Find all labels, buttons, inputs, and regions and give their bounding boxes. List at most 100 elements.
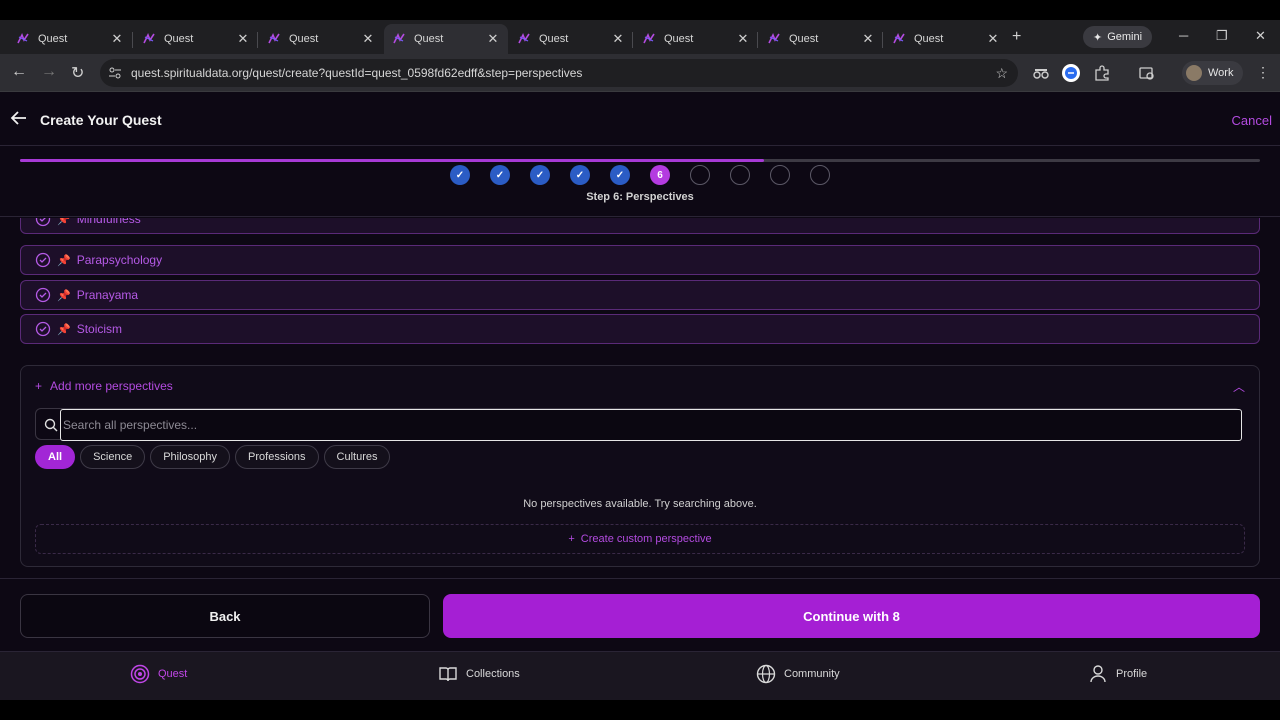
tab-search-icon[interactable] <box>1138 64 1156 82</box>
tab-title: Quest <box>914 33 944 45</box>
chevron-up-icon[interactable]: ︿ <box>1233 378 1245 395</box>
screen: Quest ✕ Quest ✕ Quest ✕ Quest ✕ Quest ✕ <box>0 0 1280 720</box>
page-title: Create Your Quest <box>40 112 162 128</box>
close-tab-icon[interactable]: ✕ <box>736 31 750 47</box>
quest-favicon-icon <box>768 33 780 44</box>
tab-divider <box>882 32 883 48</box>
minimize-icon[interactable]: ─ <box>1179 28 1188 43</box>
plus-icon: + <box>35 379 43 393</box>
browser-tab[interactable]: Quest ✕ <box>259 24 383 54</box>
empty-state-message: No perspectives available. Try searching… <box>523 498 757 510</box>
back-arrow-icon[interactable] <box>10 110 28 126</box>
selected-perspective-item[interactable]: 📌 Mindfulness <box>20 218 1260 234</box>
nav-item-community[interactable]: Community <box>756 664 840 684</box>
tab-title: Quest <box>789 33 819 45</box>
add-perspectives-panel: + Add more perspectives ︿ All Science Ph… <box>20 365 1260 567</box>
recorder-extension-icon[interactable] <box>1062 64 1080 82</box>
browser-menu-icon[interactable]: ⋮ <box>1256 64 1270 81</box>
tab-title: Quest <box>414 33 444 45</box>
close-tab-icon[interactable]: ✕ <box>861 31 875 47</box>
restore-icon[interactable]: ❐ <box>1216 28 1228 44</box>
quest-favicon-icon <box>143 33 155 44</box>
check-circle-icon <box>35 287 51 303</box>
step-caption: Step 6: Perspectives <box>586 191 694 203</box>
nav-label: Collections <box>466 668 520 680</box>
tab-divider <box>757 32 758 48</box>
browser-tab[interactable]: Quest ✕ <box>884 24 1008 54</box>
filter-chip-science[interactable]: Science <box>80 445 146 469</box>
continue-button[interactable]: Continue with 8 <box>443 594 1260 638</box>
perspectives-scroll-area[interactable]: 📌 Mindfulness 📌 Parapsychology 📌 Pranaya… <box>0 218 1280 582</box>
filter-chips: All Science Philosophy Professions Cultu… <box>35 445 391 469</box>
profile-label: Work <box>1208 67 1234 79</box>
tab-title: Quest <box>539 33 569 45</box>
close-window-icon[interactable]: ✕ <box>1255 28 1266 44</box>
bookmark-star-icon[interactable]: ☆ <box>995 65 1008 82</box>
close-tab-icon[interactable]: ✕ <box>486 31 500 47</box>
nav-item-quest[interactable]: Quest <box>130 664 187 684</box>
reload-icon[interactable]: ↻ <box>71 63 84 83</box>
nav-item-profile[interactable]: Profile <box>1088 664 1147 684</box>
filter-chip-cultures[interactable]: Cultures <box>323 445 391 469</box>
browser-tab[interactable]: Quest ✕ <box>509 24 633 54</box>
gemini-button[interactable]: ✦ Gemini <box>1083 26 1153 48</box>
back-nav-icon[interactable]: ← <box>11 63 27 81</box>
step-indicator: ✓ <box>450 165 470 185</box>
browser-tab[interactable]: Quest ✕ <box>8 24 132 54</box>
user-icon <box>1090 665 1106 683</box>
url-text[interactable]: quest.spiritualdata.org/quest/create?que… <box>131 66 995 80</box>
create-custom-perspective-button[interactable]: + Create custom perspective <box>35 524 1245 554</box>
close-tab-icon[interactable]: ✕ <box>361 31 375 47</box>
cancel-button[interactable]: Cancel <box>1232 113 1272 128</box>
nav-item-collections[interactable]: Collections <box>438 664 520 684</box>
step-indicator <box>690 165 710 185</box>
close-tab-icon[interactable]: ✕ <box>986 31 1000 47</box>
close-tab-icon[interactable]: ✕ <box>110 31 124 47</box>
filter-chip-professions[interactable]: Professions <box>235 445 319 469</box>
forward-nav-icon[interactable]: → <box>41 63 57 81</box>
book-open-icon <box>439 667 457 682</box>
extensions-puzzle-icon[interactable] <box>1093 64 1111 82</box>
tab-divider <box>257 32 258 48</box>
quest-favicon-icon <box>393 33 405 44</box>
selected-perspective-item[interactable]: 📌 Parapsychology <box>20 245 1260 275</box>
site-info-icon[interactable] <box>108 66 122 80</box>
quest-favicon-icon <box>643 33 655 44</box>
tab-divider <box>632 32 633 48</box>
quest-favicon-icon <box>17 33 29 44</box>
nav-label: Quest <box>158 668 188 680</box>
selected-perspective-item[interactable]: 📌 Pranayama <box>20 280 1260 310</box>
close-tab-icon[interactable]: ✕ <box>611 31 625 47</box>
browser-tab-active[interactable]: Quest ✕ <box>384 24 508 54</box>
new-tab-icon[interactable]: + <box>1012 28 1021 46</box>
pin-icon: 📌 <box>57 254 71 267</box>
progress-fill <box>20 159 764 162</box>
perspective-label: Parapsychology <box>76 253 163 267</box>
step-indicator <box>810 165 830 185</box>
filter-chip-all[interactable]: All <box>35 445 76 469</box>
profile-button[interactable]: Work <box>1182 61 1244 85</box>
browser-tab[interactable]: Quest ✕ <box>634 24 758 54</box>
add-more-perspectives-toggle[interactable]: + Add more perspectives <box>35 379 173 393</box>
back-button[interactable]: Back <box>20 594 430 638</box>
search-input[interactable] <box>60 409 1242 441</box>
tab-title: Quest <box>664 33 694 45</box>
tab-title: Quest <box>164 33 194 45</box>
filter-chip-philosophy[interactable]: Philosophy <box>150 445 231 469</box>
check-circle-icon <box>35 218 51 227</box>
step-indicator: 6 <box>650 165 670 185</box>
step-indicator: ✓ <box>490 165 510 185</box>
browser-tab[interactable]: Quest ✕ <box>759 24 883 54</box>
perspective-label: Stoicism <box>76 322 123 336</box>
browser-tab[interactable]: Quest ✕ <box>134 24 258 54</box>
selected-perspective-item[interactable]: 📌 Stoicism <box>20 314 1260 344</box>
top-black-bar <box>0 0 1280 20</box>
step-indicator: ✓ <box>610 165 630 185</box>
incognito-extension-icon[interactable] <box>1032 64 1050 82</box>
close-tab-icon[interactable]: ✕ <box>236 31 250 47</box>
step-indicator: ✓ <box>570 165 590 185</box>
nav-label: Profile <box>1116 668 1148 680</box>
tab-divider <box>132 32 133 48</box>
gemini-label: Gemini <box>1107 31 1143 43</box>
address-bar[interactable]: quest.spiritualdata.org/quest/create?que… <box>100 59 1018 87</box>
